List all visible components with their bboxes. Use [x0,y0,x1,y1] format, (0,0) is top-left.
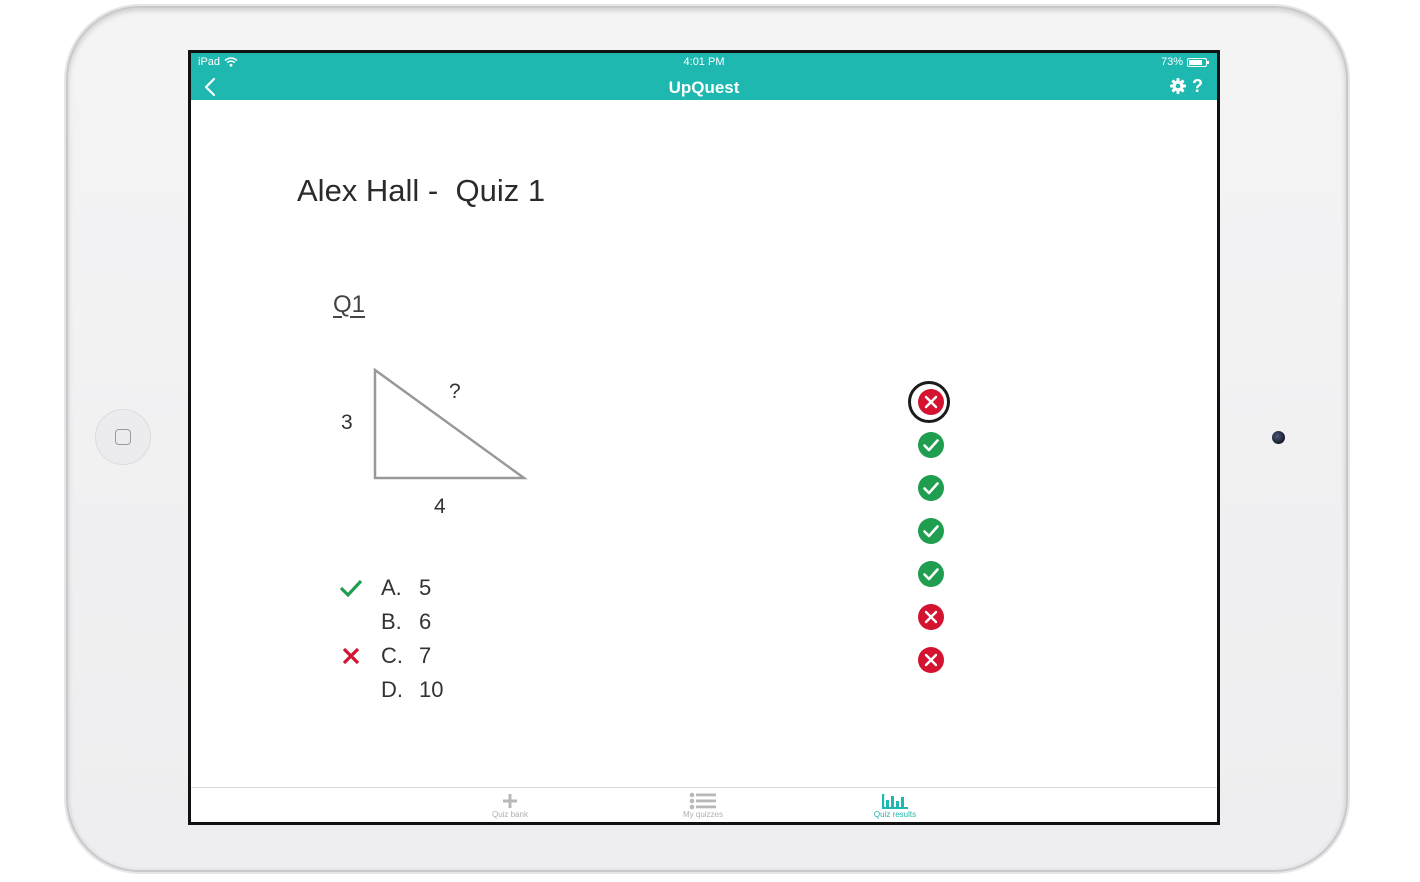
result-item-q7[interactable] [906,641,956,679]
home-button[interactable] [95,409,151,465]
gear-icon[interactable] [1170,78,1186,94]
quiz-title: Alex Hall - Quiz 1 [297,173,546,208]
help-button[interactable]: ? [1192,77,1203,95]
option-letter: A. [381,575,402,600]
status-battery: 73% [1160,56,1209,68]
option-value: 5 [419,575,432,600]
option-value: 10 [419,677,444,702]
wrong-circle-icon [918,647,944,673]
result-item-q3[interactable] [906,469,956,507]
header-actions: ? [1170,77,1203,95]
option-letter: C. [381,643,403,668]
result-item-q4[interactable] [906,512,956,550]
option-mark [337,644,365,668]
answer-option-c[interactable]: C. 7 [337,641,537,671]
battery-icon [1187,57,1209,67]
correct-circle-icon [918,432,944,458]
bar-chart-icon [882,794,908,809]
tab-label: My quizzes [682,810,723,819]
plus-icon [503,794,517,808]
triangle-side-b-label: 4 [434,495,446,518]
front-camera [1272,431,1285,444]
selected-ring [908,381,950,423]
option-value: 6 [419,609,432,634]
wrong-circle-icon [918,604,944,630]
device-screen: iPad 4:01 PM 73% UpQuest ? Alex Hall - Q… [188,50,1220,825]
cross-icon [342,647,360,665]
result-item-q2[interactable] [906,426,956,464]
bottom-tab-bar: Quiz bank My quizzes Quiz results [191,787,1217,822]
app-screen: iPad 4:01 PM 73% UpQuest ? Alex Hall - Q… [191,53,1217,822]
option-mark [337,678,365,702]
correct-circle-icon [918,561,944,587]
list-icon [689,792,716,810]
option-letter: B. [381,609,402,634]
correct-circle-icon [918,475,944,501]
battery-percent: 73% [1160,56,1183,68]
tab-quiz-results[interactable]: Quiz results [850,792,940,822]
option-value: 7 [419,643,432,668]
triangle-side-a-label: 3 [341,411,353,434]
answer-option-d[interactable]: D. 10 [337,675,537,705]
correct-circle-icon [918,518,944,544]
answer-option-b[interactable]: B. 6 [337,607,537,637]
tab-quiz-bank[interactable]: Quiz bank [465,792,555,822]
result-item-q1[interactable] [906,381,956,423]
option-mark [337,576,365,600]
result-item-q6[interactable] [906,598,956,636]
tab-label: Quiz bank [491,810,529,819]
tab-my-quizzes[interactable]: My quizzes [658,792,748,822]
answer-option-a[interactable]: A. 5 [337,573,537,603]
option-mark [337,610,365,634]
app-header: iPad 4:01 PM 73% UpQuest ? [191,53,1217,100]
triangle-hypotenuse-label: ? [449,380,461,403]
option-letter: D. [381,677,403,702]
question-number: Q1 [333,291,366,318]
checkmark-icon [339,579,363,598]
status-time: 4:01 PM [683,56,725,68]
app-title: UpQuest [668,78,740,97]
tab-label: Quiz results [873,810,917,819]
result-item-q5[interactable] [906,555,956,593]
